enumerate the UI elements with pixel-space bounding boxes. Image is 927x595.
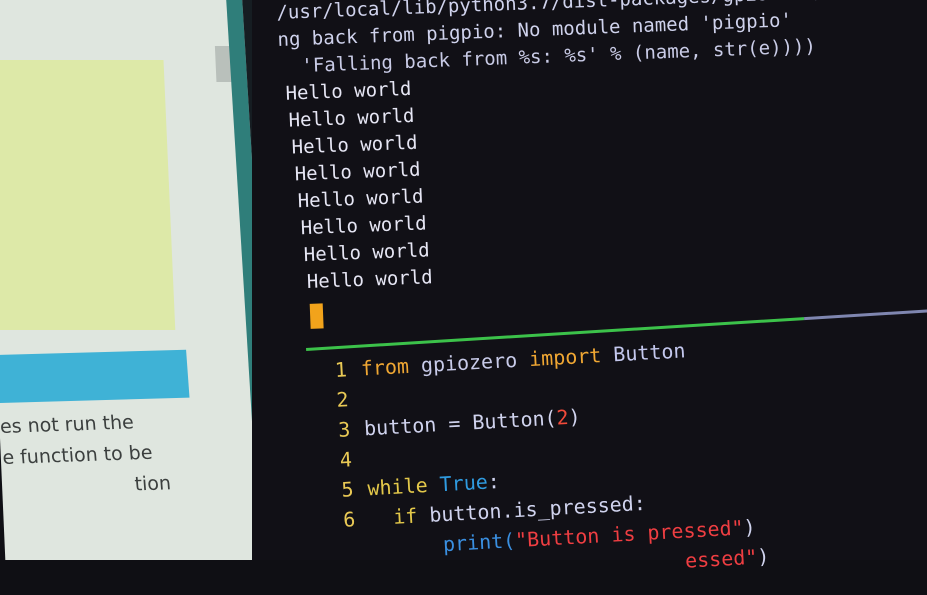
line-number: 2 (335, 387, 350, 412)
code-text: ) (742, 514, 757, 540)
code-text: ) (567, 404, 582, 429)
class-name: Button (612, 338, 687, 367)
doc-paragraph: es not run the e function to be tion (0, 406, 172, 505)
code-text: ) (756, 544, 770, 569)
line-number: 4 (339, 447, 353, 472)
keyword: if (392, 503, 418, 529)
keyword: from (360, 353, 410, 381)
section-header-bar (0, 349, 190, 403)
line-number: 1 (334, 357, 348, 382)
string-literal: essed" (684, 544, 758, 573)
module-name: gpiozero (420, 347, 518, 378)
highlight-box (0, 60, 176, 330)
keyword: while (366, 472, 429, 501)
code-editor[interactable]: 1 from gpiozero import Button 2 3 button =… (334, 331, 770, 594)
line-number: 6 (342, 507, 356, 532)
shell-output[interactable]: /usr/local/lib/python3.7/dist-packages/g… (276, 0, 927, 334)
code-text: : (487, 468, 501, 494)
line-number: 5 (340, 477, 355, 502)
doc-text-line: tion (133, 472, 172, 496)
line-number: 3 (337, 417, 351, 442)
keyword: import (528, 343, 602, 372)
boolean-literal: True (438, 469, 489, 497)
text-cursor[interactable] (309, 303, 324, 329)
function-call: print( (442, 528, 516, 557)
